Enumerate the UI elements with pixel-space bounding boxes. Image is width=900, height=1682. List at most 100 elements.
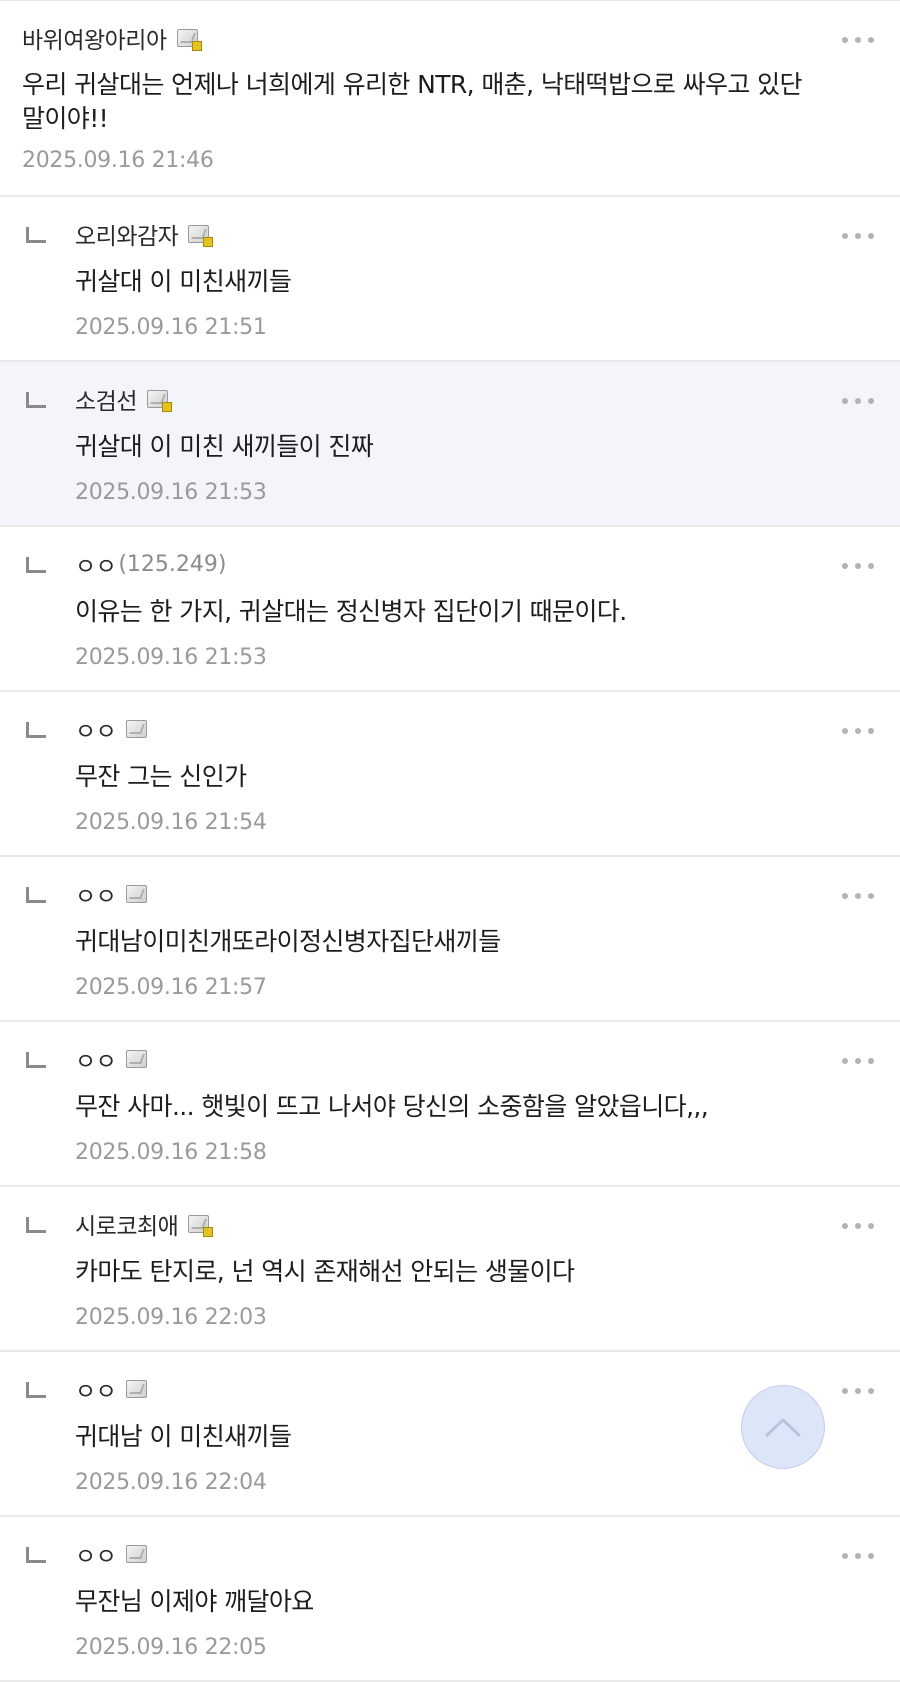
more-dot xyxy=(842,1553,848,1559)
comment-text: 무잔 그는 신인가 xyxy=(75,762,247,791)
more-dot xyxy=(868,1223,874,1229)
comment-timestamp: 2025.09.16 22:03 xyxy=(75,1305,267,1330)
comment-text: 귀대남이미친개또라이정신병자집단새끼들 xyxy=(75,927,501,956)
user-badge-icon xyxy=(176,29,202,51)
more-dot xyxy=(868,233,874,239)
more-dot xyxy=(855,563,861,569)
user-badge-icon xyxy=(126,720,148,738)
more-dot xyxy=(855,728,861,734)
more-dot xyxy=(855,893,861,899)
more-dots-icon[interactable] xyxy=(842,233,874,239)
comment-nickname[interactable]: 오리와감자 xyxy=(75,217,179,251)
comment-ip: (125.249) xyxy=(118,551,227,577)
more-dots-icon[interactable] xyxy=(842,398,874,404)
more-dot xyxy=(868,1553,874,1559)
comment-timestamp: 2025.09.16 22:05 xyxy=(75,1635,267,1660)
more-dot xyxy=(868,893,874,899)
reply-arrow-icon xyxy=(26,722,46,738)
reply-item: ㅇㅇ 귀대남이미친개또라이정신병자집단새끼들 2025.09.16 21:57 xyxy=(0,857,900,1022)
more-dot xyxy=(868,398,874,404)
comment-text: 이유는 한 가지, 귀살대는 정신병자 집단이기 때문이다. xyxy=(75,597,627,626)
more-dots-icon[interactable] xyxy=(842,1058,874,1064)
more-dot xyxy=(842,37,848,43)
more-dots-icon[interactable] xyxy=(842,893,874,899)
reply-item: 소검선귀살대 이 미친 새끼들이 진짜 2025.09.16 21:53 xyxy=(0,362,900,527)
comment-meta: 오리와감자 xyxy=(75,217,900,251)
reply-item: 시로코최애카마도 탄지로, 넌 역시 존재해선 안되는 생물이다 2025.09.… xyxy=(0,1187,900,1352)
more-dot xyxy=(868,37,874,43)
more-dots-icon[interactable] xyxy=(842,1553,874,1559)
comment-nickname[interactable]: ㅇㅇ xyxy=(75,1372,117,1406)
more-dot xyxy=(842,893,848,899)
more-dot xyxy=(842,1058,848,1064)
user-badge-icon xyxy=(146,390,172,412)
scroll-to-top-button[interactable] xyxy=(741,1385,825,1469)
more-dot xyxy=(868,1058,874,1064)
comment-timestamp: 2025.09.16 22:04 xyxy=(75,1470,267,1495)
comment-timestamp: 2025.09.16 21:54 xyxy=(75,810,267,835)
comment-meta: 시로코최애 xyxy=(75,1207,900,1241)
user-badge-icon xyxy=(126,1545,148,1563)
more-dots-icon[interactable] xyxy=(842,1223,874,1229)
comment-nickname[interactable]: ㅇㅇ xyxy=(75,547,117,581)
comment-nickname[interactable]: ㅇㅇ xyxy=(75,877,117,911)
reply-arrow-icon xyxy=(26,227,46,243)
reply-arrow-icon xyxy=(26,392,46,408)
reply-arrow-icon xyxy=(26,1382,46,1398)
comment-text: 우리 귀살대는 언제나 너희에게 유리한 NTR, 매춘, 낙태떡밥으로 싸우고… xyxy=(22,70,803,133)
comment-meta: ㅇㅇ (125.249) xyxy=(75,547,900,581)
more-dot xyxy=(855,398,861,404)
comment-text: 귀살대 이 미친새끼들 xyxy=(75,267,292,296)
more-dot xyxy=(855,1058,861,1064)
comment-nickname[interactable]: ㅇㅇ xyxy=(75,712,117,746)
more-dot xyxy=(842,1388,848,1394)
more-dot xyxy=(868,1388,874,1394)
more-dots-icon[interactable] xyxy=(842,37,874,43)
chevron-up-icon xyxy=(765,1418,801,1437)
comment-nickname[interactable]: ㅇㅇ xyxy=(75,1042,117,1076)
reply-arrow-icon xyxy=(26,1052,46,1068)
reply-arrow-icon xyxy=(26,887,46,903)
more-dots-icon[interactable] xyxy=(842,728,874,734)
comment-timestamp: 2025.09.16 21:51 xyxy=(75,315,267,340)
more-dot xyxy=(855,1388,861,1394)
comment-nickname[interactable]: 소검선 xyxy=(75,382,137,416)
reply-item: ㅇㅇ 무잔 그는 신인가 2025.09.16 21:54 xyxy=(0,692,900,857)
comment-text: 귀살대 이 미친 새끼들이 진짜 xyxy=(75,432,374,461)
reply-item: ㅇㅇ 무잔님 이제야 깨달아요 2025.09.16 22:05 xyxy=(0,1517,900,1682)
more-dots-icon[interactable] xyxy=(842,1388,874,1394)
comment-meta: ㅇㅇ xyxy=(75,1537,900,1571)
reply-arrow-icon xyxy=(26,557,46,573)
user-badge-icon xyxy=(126,1380,148,1398)
more-dots-icon[interactable] xyxy=(842,563,874,569)
more-dot xyxy=(842,1223,848,1229)
more-dot xyxy=(842,563,848,569)
comment-item: 바위여왕아리아우리 귀살대는 언제나 너희에게 유리한 NTR, 매춘, 낙태떡… xyxy=(0,1,900,197)
comment-meta: ㅇㅇ xyxy=(75,1042,900,1076)
comment-nickname[interactable]: 시로코최애 xyxy=(75,1207,179,1241)
comment-timestamp: 2025.09.16 21:46 xyxy=(22,148,214,173)
comment-timestamp: 2025.09.16 21:58 xyxy=(75,1140,267,1165)
reply-item: 오리와감자귀살대 이 미친새끼들 2025.09.16 21:51 xyxy=(0,197,900,362)
user-badge-icon xyxy=(126,1050,148,1068)
more-dot xyxy=(868,563,874,569)
user-badge-icon xyxy=(126,885,148,903)
more-dot xyxy=(868,728,874,734)
more-dot xyxy=(842,233,848,239)
reply-item: ㅇㅇ 무잔 사마... 햇빛이 뜨고 나서야 당신의 소중함을 알았읍니다,,, 2… xyxy=(0,1022,900,1187)
comment-meta: 바위여왕아리아 xyxy=(22,21,900,55)
comment-nickname[interactable]: ㅇㅇ xyxy=(75,1537,117,1571)
comment-text: 무잔님 이제야 깨달아요 xyxy=(75,1587,314,1616)
comment-text: 카마도 탄지로, 넌 역시 존재해선 안되는 생물이다 xyxy=(75,1257,575,1286)
comment-meta: ㅇㅇ xyxy=(75,877,900,911)
more-dot xyxy=(855,1223,861,1229)
comment-text: 무잔 사마... 햇빛이 뜨고 나서야 당신의 소중함을 알았읍니다,,, xyxy=(75,1092,709,1121)
more-dot xyxy=(855,37,861,43)
comment-nickname[interactable]: 바위여왕아리아 xyxy=(22,21,167,55)
comment-timestamp: 2025.09.16 21:53 xyxy=(75,480,267,505)
reply-arrow-icon xyxy=(26,1547,46,1563)
more-dot xyxy=(842,728,848,734)
more-dot xyxy=(855,1553,861,1559)
reply-arrow-icon xyxy=(26,1217,46,1233)
comment-meta: 소검선 xyxy=(75,382,900,416)
